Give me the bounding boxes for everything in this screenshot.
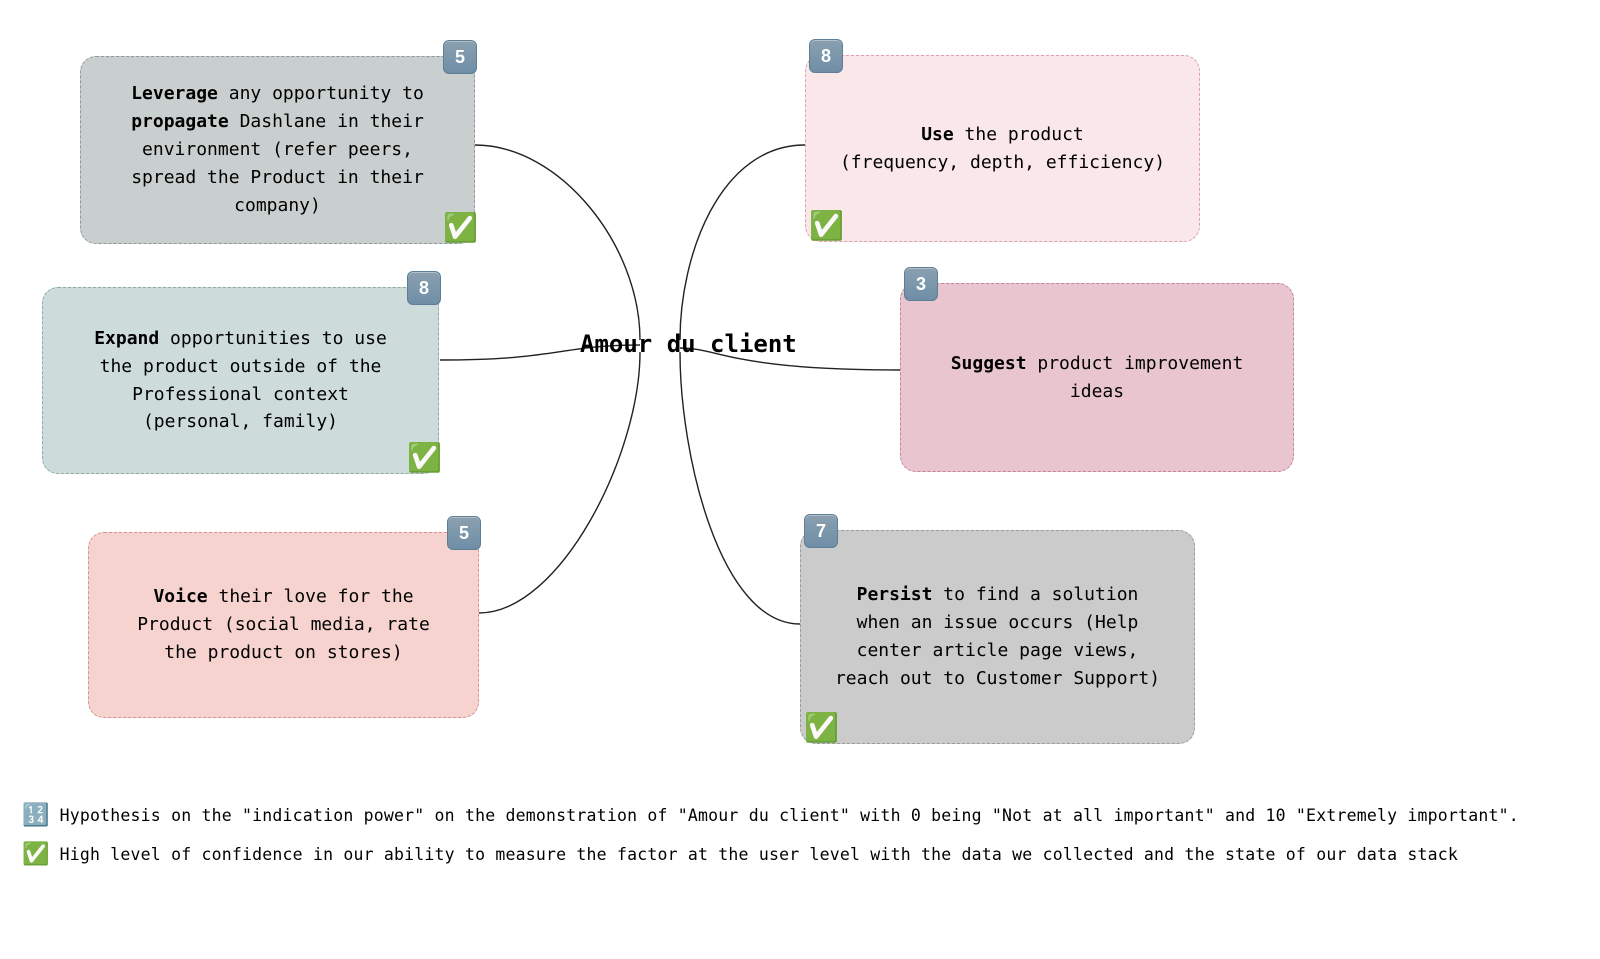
- score-voice: 5: [447, 516, 481, 550]
- card-persist: Persist to find a solution when an issue…: [800, 530, 1195, 744]
- center-label: Amour du client: [580, 330, 797, 358]
- legend-numeric: 🔢 Hypothesis on the "indication power" o…: [22, 803, 1519, 828]
- card-voice-text: Voice their love for the Product (social…: [119, 583, 448, 667]
- card-use-text: Use the product(frequency, depth, effici…: [840, 121, 1165, 177]
- score-use: 8: [809, 39, 843, 73]
- check-persist: ✅: [804, 714, 839, 742]
- card-leverage: Leverage any opportunity to propagate Da…: [80, 56, 475, 244]
- card-use: Use the product(frequency, depth, effici…: [805, 55, 1200, 242]
- score-expand: 8: [407, 271, 441, 305]
- card-voice: Voice their love for the Product (social…: [88, 532, 479, 718]
- legend-numeric-text: Hypothesis on the "indication power" on …: [60, 806, 1519, 825]
- card-expand-text: Expand opportunities to use the product …: [73, 325, 408, 437]
- card-expand: Expand opportunities to use the product …: [42, 287, 439, 474]
- card-persist-text: Persist to find a solution when an issue…: [831, 581, 1164, 693]
- card-suggest-text: Suggest product improvement ideas: [931, 350, 1263, 406]
- card-suggest: Suggest product improvement ideas: [900, 283, 1294, 472]
- score-leverage: 5: [443, 40, 477, 74]
- legend-check-text: High level of confidence in our ability …: [60, 845, 1458, 864]
- check-expand: ✅: [407, 444, 442, 472]
- check-icon: ✅: [22, 842, 50, 867]
- check-leverage: ✅: [443, 214, 478, 242]
- card-leverage-text: Leverage any opportunity to propagate Da…: [111, 80, 444, 219]
- numeric-icon: 🔢: [22, 803, 50, 828]
- score-persist: 7: [804, 514, 838, 548]
- score-suggest: 3: [904, 267, 938, 301]
- legend-check: ✅ High level of confidence in our abilit…: [22, 842, 1458, 867]
- check-use: ✅: [809, 212, 844, 240]
